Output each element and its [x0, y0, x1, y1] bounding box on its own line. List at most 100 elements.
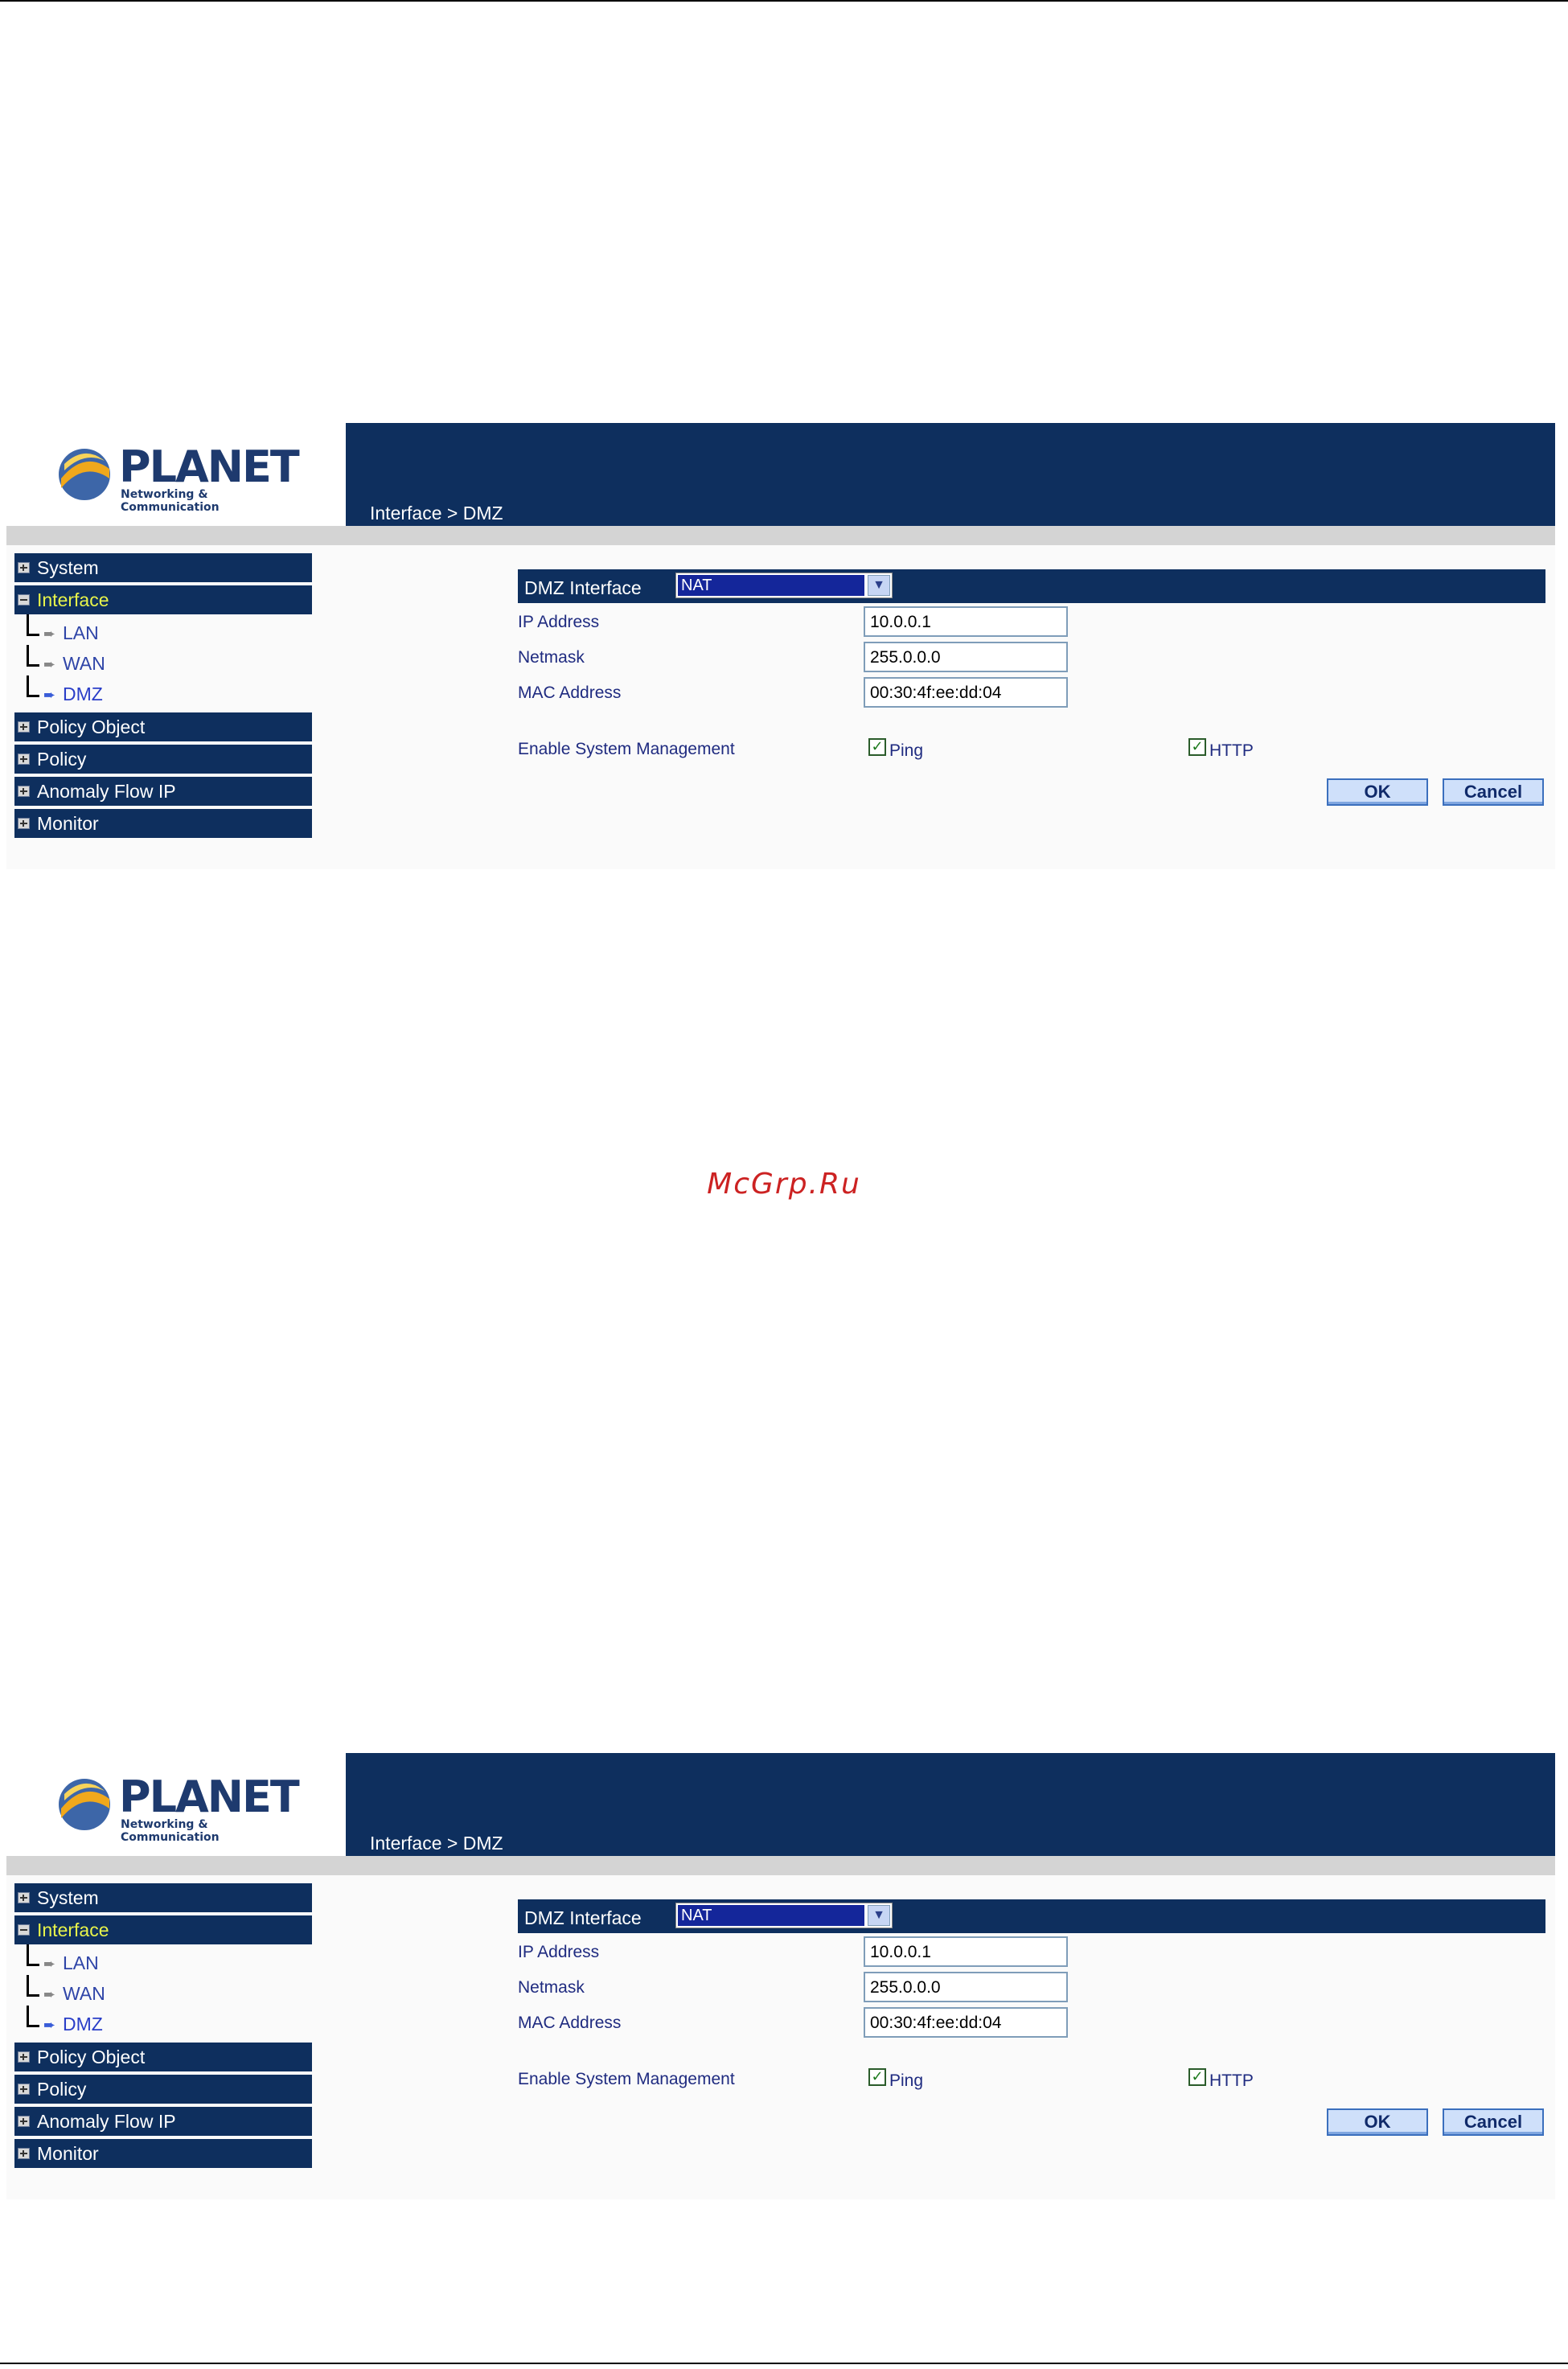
arrow-right-icon: ➨: [43, 656, 56, 673]
side-menu: System Interface ➨ LAN ➨ WAN ➨ DMZ Polic…: [14, 553, 312, 841]
menu-item-anomaly-flow-ip[interactable]: Anomaly Flow IP: [14, 777, 312, 806]
logo-area: PLANET Networking & Communication: [6, 1753, 344, 1856]
submenu-label: WAN: [63, 653, 105, 674]
http-checkbox[interactable]: ✓: [1188, 2068, 1206, 2086]
menu-item-interface[interactable]: Interface: [14, 1915, 312, 1944]
submenu-item-lan[interactable]: ➨ LAN: [14, 614, 312, 648]
netmask-input[interactable]: 255.0.0.0: [864, 1972, 1068, 2002]
expand-icon: [18, 721, 30, 733]
header-bar: Interface > DMZ: [346, 1753, 1555, 1856]
tree-line: [27, 1964, 39, 1966]
submenu-label: DMZ: [63, 684, 103, 704]
chevron-down-icon[interactable]: ▼: [868, 575, 890, 596]
ip-label: IP Address: [518, 613, 600, 631]
chevron-down-icon[interactable]: ▼: [868, 1905, 890, 1926]
expand-icon: [18, 1892, 30, 1903]
netmask-label: Netmask: [518, 648, 585, 667]
expand-icon: [18, 2116, 30, 2127]
mac-label: MAC Address: [518, 684, 622, 702]
tree-line: [27, 2006, 29, 2025]
ping-label: Ping: [889, 2071, 924, 2090]
expand-icon: [18, 2148, 30, 2159]
menu-item-anomaly-flow-ip[interactable]: Anomaly Flow IP: [14, 2107, 312, 2136]
logo-tagline: Networking & Communication: [121, 1818, 220, 1844]
http-checkbox[interactable]: ✓: [1188, 738, 1206, 756]
cancel-button[interactable]: Cancel: [1443, 2108, 1544, 2136]
tree-line: [27, 1994, 39, 1997]
tree-line: [27, 645, 29, 664]
logo-tagline: Networking & Communication: [121, 488, 220, 514]
submenu-label: LAN: [63, 622, 99, 643]
netmask-row: Netmask 255.0.0.0: [518, 1969, 1545, 2004]
menu-item-monitor[interactable]: Monitor: [14, 809, 312, 838]
dmz-form: DMZ Interface NAT ▼ IP Address 10.0.0.1 …: [518, 1899, 1545, 2141]
menu-item-policy-object[interactable]: Policy Object: [14, 712, 312, 741]
menu-item-label: Policy Object: [37, 2047, 146, 2067]
mgmt-label: Enable System Management: [518, 740, 735, 758]
logo-word: PLANET: [119, 441, 300, 492]
tree-line: [27, 1944, 29, 1964]
ip-label: IP Address: [518, 1943, 600, 1961]
menu-item-system[interactable]: System: [14, 553, 312, 582]
logo-word: PLANET: [119, 1772, 300, 1822]
mac-input[interactable]: 00:30:4f:ee:dd:04: [864, 677, 1068, 708]
arrow-right-icon: ➨: [43, 626, 56, 643]
ip-input[interactable]: 10.0.0.1: [864, 1936, 1068, 1967]
submenu-item-dmz[interactable]: ➨ DMZ: [14, 2006, 312, 2039]
arrow-right-icon: ➨: [43, 687, 56, 704]
menu-item-policy-object[interactable]: Policy Object: [14, 2043, 312, 2071]
submenu-item-dmz[interactable]: ➨ DMZ: [14, 675, 312, 709]
menu-item-interface[interactable]: Interface: [14, 585, 312, 614]
arrow-right-icon: ➨: [43, 1986, 56, 2003]
tree-line: [27, 634, 39, 636]
menu-item-policy[interactable]: Policy: [14, 2075, 312, 2104]
cancel-button[interactable]: Cancel: [1443, 778, 1544, 806]
submenu-item-lan[interactable]: ➨ LAN: [14, 1944, 312, 1978]
system-management-row: Enable System Management ✓ Ping ✓ HTTP: [518, 2060, 1545, 2100]
dmz-interface-label: DMZ Interface: [524, 1907, 642, 1928]
form-header: DMZ Interface NAT ▼: [518, 569, 1545, 603]
globe-icon: [59, 449, 110, 500]
top-rule: [0, 0, 1568, 2]
submenu-item-wan[interactable]: ➨ WAN: [14, 1975, 312, 2009]
menu-item-label: Monitor: [37, 813, 99, 834]
form-header: DMZ Interface NAT ▼: [518, 1899, 1545, 1933]
submenu-label: WAN: [63, 1983, 105, 2004]
watermark-text: McGrp.Ru: [707, 1168, 861, 1201]
netmask-input[interactable]: 255.0.0.0: [864, 642, 1068, 672]
content-area: System Interface ➨ LAN ➨ WAN ➨ DMZ Polic…: [6, 545, 1555, 869]
mode-select[interactable]: NAT ▼: [675, 1903, 893, 1928]
collapse-icon: [18, 594, 30, 606]
menu-item-label: System: [37, 1887, 99, 1908]
screenshot-2: PLANET Networking & Communication Interf…: [6, 1753, 1555, 2199]
dmz-form: DMZ Interface NAT ▼ IP Address 10.0.0.1 …: [518, 569, 1545, 811]
bottom-rule: [0, 2363, 1568, 2364]
netmask-label: Netmask: [518, 1978, 585, 1997]
ping-checkbox[interactable]: ✓: [868, 2068, 886, 2086]
netmask-row: Netmask 255.0.0.0: [518, 638, 1545, 674]
tree-line: [27, 614, 29, 634]
side-menu: System Interface ➨ LAN ➨ WAN ➨ DMZ Polic…: [14, 1883, 312, 2171]
menu-item-policy[interactable]: Policy: [14, 745, 312, 774]
menu-item-label: Policy Object: [37, 716, 146, 737]
ok-button[interactable]: OK: [1327, 778, 1428, 806]
expand-icon: [18, 786, 30, 797]
screenshot-1: PLANET Networking & Communication Interf…: [6, 423, 1555, 869]
gray-band: [6, 1856, 1555, 1875]
ip-row: IP Address 10.0.0.1: [518, 603, 1545, 638]
ip-input[interactable]: 10.0.0.1: [864, 606, 1068, 637]
mode-select[interactable]: NAT ▼: [675, 573, 893, 598]
ok-button[interactable]: OK: [1327, 2108, 1428, 2136]
menu-item-system[interactable]: System: [14, 1883, 312, 1912]
ping-checkbox[interactable]: ✓: [868, 738, 886, 756]
mode-select-value: NAT: [678, 575, 864, 596]
submenu-item-wan[interactable]: ➨ WAN: [14, 645, 312, 679]
breadcrumb: Interface > DMZ: [370, 503, 503, 523]
mac-input[interactable]: 00:30:4f:ee:dd:04: [864, 2007, 1068, 2038]
menu-item-label: Interface: [37, 589, 109, 610]
globe-icon: [59, 1779, 110, 1830]
menu-item-monitor[interactable]: Monitor: [14, 2139, 312, 2168]
menu-item-label: Monitor: [37, 2143, 99, 2164]
submenu-label: DMZ: [63, 2014, 103, 2034]
tree-line: [27, 664, 39, 667]
